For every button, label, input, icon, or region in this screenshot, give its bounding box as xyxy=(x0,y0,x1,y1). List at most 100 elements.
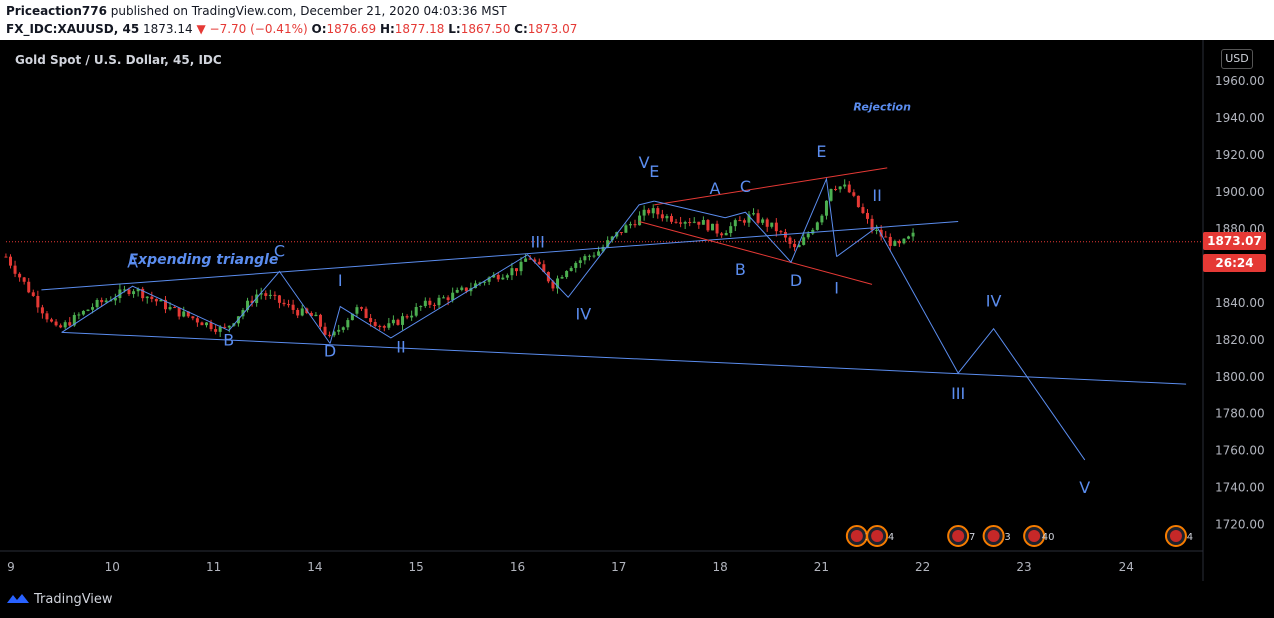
candle-body xyxy=(592,255,596,257)
published-text: published on TradingView.com, December 2… xyxy=(106,4,507,18)
candle-body xyxy=(410,315,414,318)
candle-body xyxy=(464,287,468,292)
candle-body xyxy=(628,224,632,226)
candle-body xyxy=(806,233,810,238)
x-tick-label: 18 xyxy=(712,560,727,574)
x-tick-label: 16 xyxy=(510,560,525,574)
candle-body xyxy=(195,318,199,323)
candle-body xyxy=(455,289,459,293)
wave-label: A xyxy=(127,253,138,272)
candle-body xyxy=(346,320,350,328)
candle-body xyxy=(902,238,906,244)
tradingview-logo-icon[interactable] xyxy=(6,591,30,607)
candle-body xyxy=(683,222,687,224)
candle-body xyxy=(81,310,85,315)
candle-body xyxy=(583,256,587,261)
currency-button[interactable]: USD xyxy=(1221,49,1253,69)
tradingview-brand[interactable]: TradingView xyxy=(34,592,113,607)
candle-body xyxy=(341,327,345,330)
elliott-wave-path xyxy=(61,270,331,344)
candle-body xyxy=(40,307,44,314)
candle-body xyxy=(893,241,897,246)
x-tick-label: 15 xyxy=(409,560,424,574)
candle-body xyxy=(132,291,136,295)
candle-body xyxy=(282,302,286,305)
candle-body xyxy=(724,233,728,236)
event-count-label: 4 xyxy=(1187,532,1193,543)
candle-body xyxy=(401,316,405,325)
us-flag-icon xyxy=(1169,530,1182,542)
candle-body xyxy=(838,186,842,190)
low-label: L: xyxy=(448,22,461,36)
wave-label: B xyxy=(223,330,234,349)
candle-body xyxy=(4,256,8,258)
candle-body xyxy=(318,314,322,327)
open-label: O: xyxy=(311,22,327,36)
candle-body xyxy=(496,274,500,280)
author-name[interactable]: Priceaction776 xyxy=(6,4,107,18)
candle-body xyxy=(911,232,915,237)
high-label: H: xyxy=(379,22,395,36)
candle-body xyxy=(442,297,446,299)
candle-body xyxy=(514,268,518,272)
price-chart[interactable]: 1720.00 1740.00 1760.00 1780.00 1800.00 1820.… xyxy=(0,40,1274,587)
candle-body xyxy=(656,208,660,215)
wave-label: E xyxy=(649,162,659,181)
candle-body xyxy=(770,222,774,227)
wave-label: Rejection xyxy=(853,101,911,114)
candle-body xyxy=(875,229,879,231)
candle-body xyxy=(843,184,847,187)
wave-label: D xyxy=(790,271,802,290)
candle-body xyxy=(779,231,783,233)
candle-body xyxy=(460,287,464,290)
candle-body xyxy=(8,256,12,266)
candle-body xyxy=(300,308,304,316)
candle-body xyxy=(95,299,99,308)
candle-body xyxy=(387,323,391,328)
wave-label: E xyxy=(816,142,826,161)
candle-body xyxy=(701,220,705,225)
wave-label: II xyxy=(396,338,405,357)
footer: TradingView xyxy=(0,587,300,613)
candle-body xyxy=(897,241,901,244)
last-price: 1873.14 xyxy=(143,22,193,36)
candle-body xyxy=(86,309,90,311)
y-tick-label: 1780.00 xyxy=(1215,407,1265,421)
candle-body xyxy=(884,236,888,238)
candle-body xyxy=(865,212,869,219)
us-flag-icon xyxy=(871,530,884,542)
y-tick-label: 1760.00 xyxy=(1215,444,1265,458)
candle-body xyxy=(578,260,582,263)
candle-body xyxy=(565,270,569,278)
candle-body xyxy=(68,322,72,326)
last-price-badge: 1873.07 xyxy=(1203,232,1266,250)
candle-body xyxy=(59,325,63,328)
candle-body xyxy=(524,258,528,262)
candle-body xyxy=(150,296,154,299)
candle-body xyxy=(168,307,172,310)
wave-label: C xyxy=(274,242,285,261)
x-tick-label: 14 xyxy=(307,560,322,574)
candle-body xyxy=(519,261,523,272)
candle-body xyxy=(761,219,765,223)
event-count-label: 40 xyxy=(1042,532,1055,543)
candle-body xyxy=(100,299,104,303)
candle-body xyxy=(829,188,833,201)
candle-body xyxy=(214,329,218,332)
candle-body xyxy=(756,213,760,223)
close-value: 1873.07 xyxy=(527,22,578,36)
event-count-label: 3 xyxy=(1004,532,1010,543)
candle-body xyxy=(815,222,819,230)
candle-body xyxy=(451,292,455,301)
wave-label: I xyxy=(834,279,839,298)
wave-label: V xyxy=(1079,478,1090,497)
y-tick-label: 1820.00 xyxy=(1215,333,1265,347)
candle-body xyxy=(642,209,646,216)
wave-label: A xyxy=(710,179,721,198)
wave-label: D xyxy=(324,341,336,360)
down-arrow-icon: ▼ xyxy=(196,22,206,36)
change-value: −7.70 (−0.41%) xyxy=(209,22,308,36)
candle-body xyxy=(405,316,409,318)
wave-label: IV xyxy=(576,304,592,323)
candle-body xyxy=(692,221,696,223)
